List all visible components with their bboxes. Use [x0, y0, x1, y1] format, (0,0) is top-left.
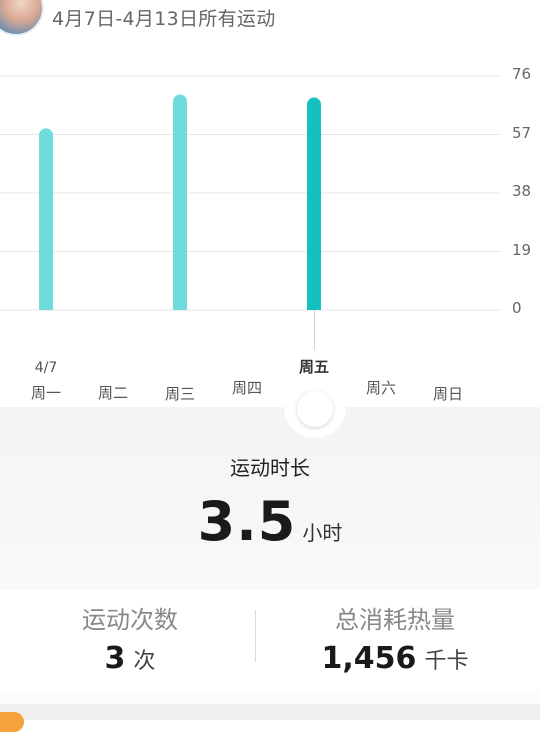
bar-base-周五 [307, 302, 321, 310]
y-tick-label: 19 [512, 240, 532, 259]
week-start-date: 4/7 [34, 360, 58, 376]
duration-unit: 小时 [302, 521, 343, 545]
y-tick-label: 76 [512, 65, 532, 83]
bar-周五[interactable] [307, 97, 321, 310]
workout-count-unit: 次 [133, 649, 156, 674]
bar-周三[interactable] [173, 94, 187, 310]
calorie-value: 1,456 [321, 641, 417, 676]
bottom-strip [0, 704, 540, 720]
selection-knob[interactable] [297, 391, 333, 427]
weekly-activity-chart: 76 57 38 19 0 [0, 40, 540, 330]
workout-count-value: 3 [104, 641, 126, 676]
selected-day-indicator-line [314, 310, 315, 350]
workout-count-stat: 运动次数 3次 [0, 600, 260, 676]
bar-周一[interactable] [39, 128, 53, 310]
y-tick-label: 57 [512, 123, 532, 142]
workout-count-label: 运动次数 [82, 606, 178, 634]
calorie-stat: 总消耗热量 1,456 千卡 [265, 600, 525, 676]
chart-canvas [0, 75, 500, 311]
day-label-周日[interactable]: 周日 [425, 383, 471, 404]
stats-divider [255, 610, 256, 662]
day-label-周五[interactable]: 周五 [291, 356, 337, 377]
header: 4月7日-4月13日所有运动 [0, 0, 540, 40]
day-label-周六[interactable]: 周六 [358, 377, 404, 398]
day-label-周二[interactable]: 周二 [90, 382, 136, 403]
calorie-label: 总消耗热量 [335, 606, 455, 634]
day-label-周一[interactable]: 周一 [23, 382, 69, 403]
avatar[interactable] [0, 0, 44, 36]
duration-value-row: 3.5 小时 [0, 490, 540, 553]
duration-value: 3.5 [197, 490, 297, 553]
duration-title: 运动时长 [230, 456, 310, 480]
date-range-title: 4月7日-4月13日所有运动 [52, 8, 276, 30]
stats-row: 运动次数 3次 总消耗热量 1,456 千卡 [0, 590, 540, 690]
y-tick-label: 0 [512, 299, 522, 317]
bar-base-周一 [39, 302, 53, 310]
y-tick-label: 38 [512, 182, 532, 200]
day-label-周三[interactable]: 周三 [157, 383, 203, 404]
bar-base-周三 [173, 302, 187, 310]
calorie-unit: 千卡 [424, 649, 469, 674]
day-label-周四[interactable]: 周四 [224, 377, 270, 398]
orange-badge [0, 712, 24, 732]
